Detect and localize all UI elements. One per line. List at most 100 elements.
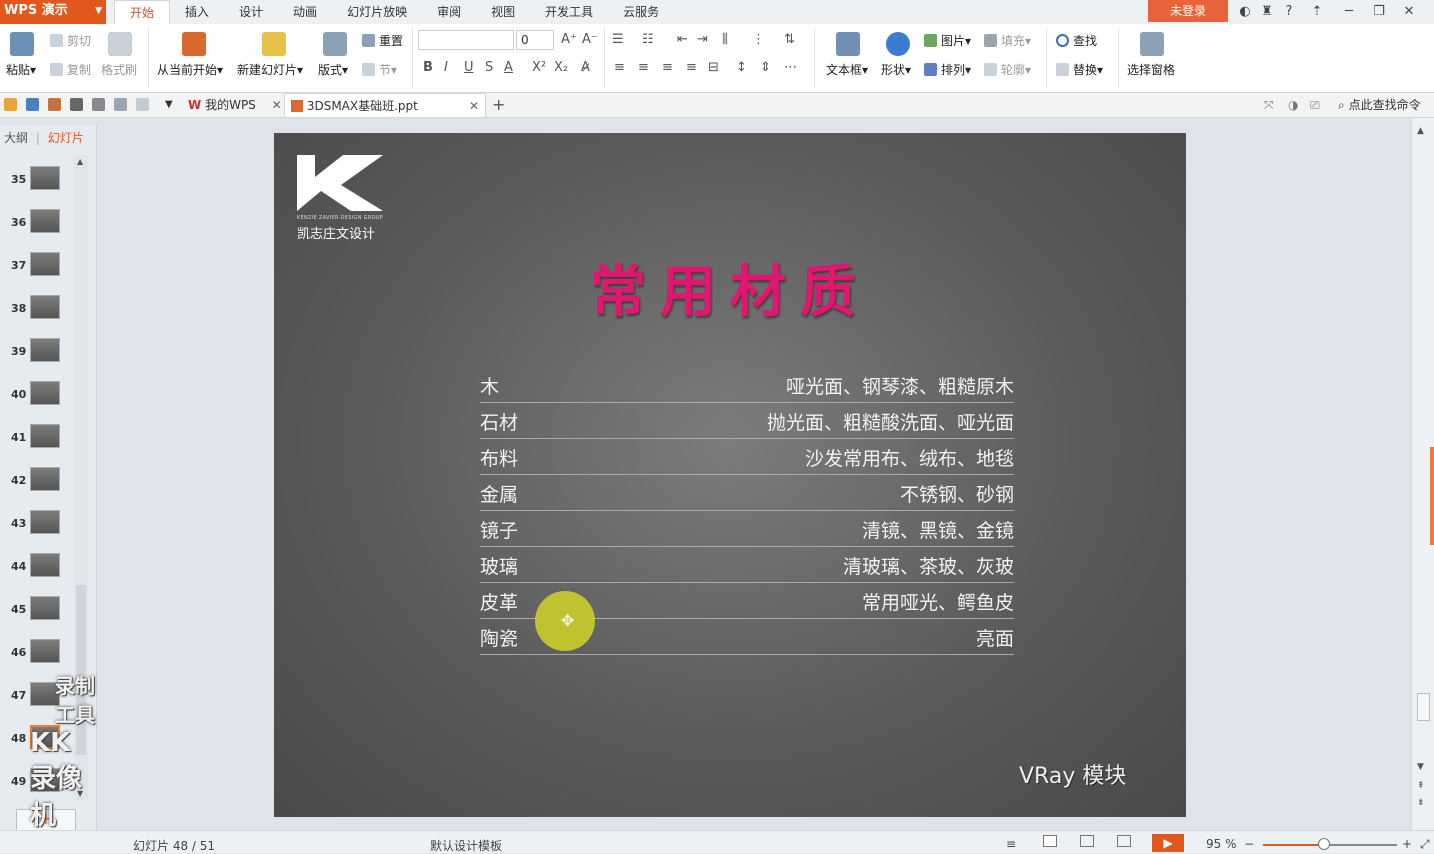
- tab-slideshow[interactable]: 幻灯片放映: [332, 0, 422, 24]
- paste-button[interactable]: 粘贴 ▾: [6, 61, 36, 78]
- undo-icon[interactable]: [114, 98, 127, 111]
- slide-thumbnail[interactable]: 35: [0, 165, 80, 197]
- minimize-ribbon-icon[interactable]: ⤧: [1264, 93, 1274, 117]
- tab-home[interactable]: 开始: [114, 0, 171, 24]
- slide-thumbnail[interactable]: 46: [0, 638, 80, 670]
- close-icon[interactable]: ✕: [469, 94, 479, 118]
- align-center-icon[interactable]: ≡: [638, 60, 649, 75]
- slide-thumbnail[interactable]: 44: [0, 552, 80, 584]
- export-icon[interactable]: [48, 98, 61, 111]
- text-box-button[interactable]: 文本框 ▾: [826, 61, 868, 78]
- fill-button[interactable]: 填充 ▾: [984, 32, 1031, 49]
- tab-view[interactable]: 视图: [476, 0, 530, 24]
- font-color-icon[interactable]: A: [504, 60, 513, 75]
- print-icon[interactable]: [70, 98, 83, 111]
- comment-icon[interactable]: ⎚: [1310, 93, 1320, 117]
- numbering-icon[interactable]: ☷: [642, 32, 654, 47]
- vertical-scroll-thumb[interactable]: [1417, 693, 1430, 721]
- align-text-icon[interactable]: ⇅: [784, 32, 795, 47]
- superscript-icon[interactable]: X²: [532, 60, 546, 75]
- format-painter-button[interactable]: 格式刷: [101, 61, 137, 78]
- new-tab-button[interactable]: +: [492, 93, 505, 117]
- tab-review[interactable]: 审阅: [422, 0, 476, 24]
- selection-pane-button[interactable]: 选择窗格: [1127, 61, 1175, 78]
- save-icon[interactable]: [26, 98, 39, 111]
- doc-tab-file[interactable]: 3DSMAX基础班.ppt ✕: [284, 93, 486, 117]
- tab-outline[interactable]: 大纲: [4, 131, 28, 145]
- outdent-icon[interactable]: ⇤: [677, 32, 688, 47]
- tab-developer[interactable]: 开发工具: [530, 0, 608, 24]
- slide-thumbnail[interactable]: 43: [0, 509, 80, 541]
- skin-icon[interactable]: ◐: [1234, 1, 1256, 23]
- tab-animation[interactable]: 动画: [278, 0, 332, 24]
- command-search[interactable]: ⌕ 点此查找命令: [1338, 93, 1421, 117]
- wps-app-menu-button[interactable]: WPS 演示 ▼: [0, 0, 106, 24]
- slide-thumbnail[interactable]: 45: [0, 595, 80, 627]
- section-button[interactable]: 节 ▾: [362, 61, 397, 78]
- picture-button[interactable]: 图片 ▾: [924, 32, 971, 49]
- reading-view-icon[interactable]: [1117, 835, 1131, 847]
- tab-cloud[interactable]: 云服务: [608, 0, 674, 24]
- columns-icon[interactable]: ⫼: [722, 32, 728, 47]
- text-direction-icon[interactable]: ⋮: [752, 32, 765, 47]
- restore-button[interactable]: ❐: [1364, 1, 1394, 23]
- scroll-up-icon[interactable]: ▲: [77, 157, 83, 166]
- slide-sorter-icon[interactable]: [1080, 835, 1094, 847]
- copy-button[interactable]: 复制: [50, 61, 91, 78]
- current-slide[interactable]: KENZIE ZAVIER DESIGN GROUP 凯志庄文设计 常用材质 木…: [274, 133, 1186, 817]
- from-current-button[interactable]: 从当前开始 ▾: [157, 61, 223, 78]
- strikethrough-icon[interactable]: S: [485, 60, 493, 75]
- slide-thumbnail[interactable]: 42: [0, 466, 80, 498]
- zoom-slider-thumb[interactable]: [1318, 838, 1331, 850]
- justify-icon[interactable]: ≡: [686, 60, 697, 75]
- fit-window-icon[interactable]: ⤢: [1420, 837, 1430, 852]
- zoom-in-icon[interactable]: +: [1402, 837, 1412, 851]
- paragraph-spacing-icon[interactable]: ⇕: [760, 60, 771, 75]
- print-preview-icon[interactable]: [92, 98, 105, 111]
- open-icon[interactable]: [4, 98, 17, 111]
- grow-font-icon[interactable]: A⁺: [561, 32, 577, 47]
- replace-button[interactable]: 替换 ▾: [1056, 61, 1103, 78]
- cut-button[interactable]: 剪切: [50, 32, 91, 49]
- redo-icon[interactable]: [136, 98, 149, 111]
- previous-slide-icon[interactable]: ⇞: [1417, 781, 1425, 791]
- subscript-icon[interactable]: X₂: [554, 60, 568, 75]
- italic-icon[interactable]: I: [444, 60, 448, 75]
- line-spacing-icon[interactable]: ↕: [736, 60, 747, 75]
- tab-slides[interactable]: 幻灯片: [48, 131, 84, 145]
- zoom-out-icon[interactable]: −: [1244, 837, 1254, 851]
- align-right-icon[interactable]: ≡: [662, 60, 673, 75]
- design-template[interactable]: 默认设计模板: [430, 837, 502, 854]
- slide-thumbnail[interactable]: 41: [0, 423, 80, 455]
- tab-design[interactable]: 设计: [224, 0, 278, 24]
- normal-view-icon[interactable]: [1043, 835, 1057, 847]
- share-icon[interactable]: ◑: [1288, 93, 1298, 117]
- font-size-select[interactable]: 0: [516, 30, 554, 50]
- bold-icon[interactable]: B: [423, 60, 433, 75]
- login-button[interactable]: 未登录: [1148, 0, 1228, 22]
- scroll-down-icon[interactable]: ▼: [1417, 762, 1424, 772]
- slide-thumbnail[interactable]: 36: [0, 208, 80, 240]
- clear-format-icon[interactable]: A̷: [581, 60, 590, 75]
- font-name-select[interactable]: [418, 30, 514, 50]
- outline-button[interactable]: 轮廓 ▾: [984, 61, 1031, 78]
- zoom-slider[interactable]: [1263, 844, 1397, 846]
- layout-button[interactable]: 版式 ▾: [318, 61, 348, 78]
- shape-button[interactable]: 形状 ▾: [881, 61, 911, 78]
- help-icon[interactable]: ?: [1278, 1, 1300, 23]
- find-button[interactable]: 查找: [1056, 32, 1097, 49]
- distribute-icon[interactable]: ⊟: [708, 60, 719, 75]
- slide-thumbnail[interactable]: 37: [0, 251, 80, 283]
- tab-insert[interactable]: 插入: [170, 0, 224, 24]
- indent-icon[interactable]: ⇥: [697, 32, 708, 47]
- slide-thumbnail[interactable]: 39: [0, 337, 80, 369]
- align-left-icon[interactable]: ≡: [614, 60, 625, 75]
- collapse-ribbon-icon[interactable]: ⇡: [1300, 1, 1334, 23]
- bullets-icon[interactable]: ☰: [612, 32, 624, 47]
- arrange-button[interactable]: 排列 ▾: [924, 61, 971, 78]
- next-slide-icon[interactable]: ⇟: [1417, 798, 1425, 808]
- quick-access-more-icon[interactable]: ▼: [165, 93, 173, 117]
- doc-tab-my-wps[interactable]: W 我的WPS ✕: [188, 93, 282, 117]
- paragraph-settings-icon[interactable]: ⋯: [784, 60, 797, 75]
- new-slide-button[interactable]: 新建幻灯片 ▾: [237, 61, 303, 78]
